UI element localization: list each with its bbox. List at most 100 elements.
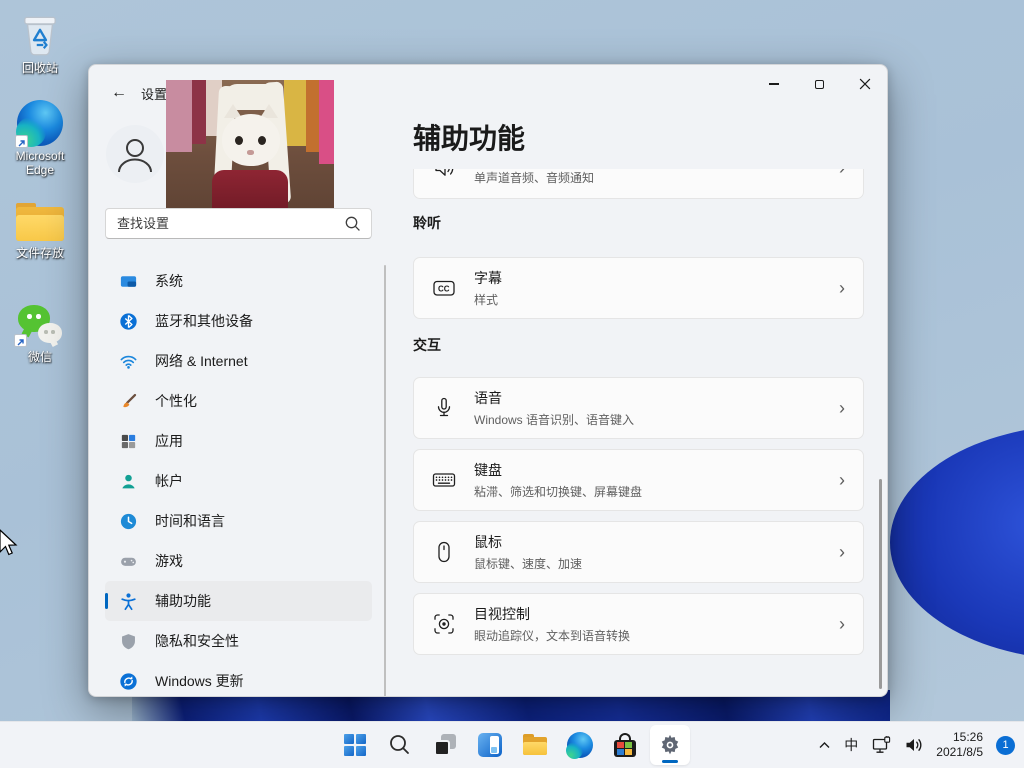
notification-badge[interactable]: 1 bbox=[996, 736, 1015, 755]
tray-chevron-up[interactable] bbox=[818, 740, 831, 751]
sidebar-item-label: 蓝牙和其他设备 bbox=[155, 311, 253, 331]
desktop-icon-label: 回收站 bbox=[22, 61, 58, 75]
settings-card-captions[interactable]: CC 字幕 样式 › bbox=[413, 257, 864, 319]
sidebar-item-accounts[interactable]: 帐户 bbox=[105, 461, 372, 501]
search-icon bbox=[388, 733, 412, 757]
sidebar-item-label: Windows 更新 bbox=[155, 671, 244, 691]
cat-photo bbox=[166, 80, 334, 212]
page-title: 辅助功能 bbox=[413, 121, 525, 157]
chevron-right-icon: › bbox=[839, 615, 845, 633]
sidebar-item-label: 个性化 bbox=[155, 391, 197, 411]
wallpaper-bloom-blob bbox=[890, 425, 1024, 660]
back-button[interactable]: ← bbox=[103, 79, 135, 107]
svg-text:CC: CC bbox=[438, 285, 450, 294]
minimize-button[interactable] bbox=[753, 69, 795, 99]
content-scrollbar[interactable] bbox=[879, 479, 882, 689]
card-subtitle: 鼠标键、速度、加速 bbox=[474, 555, 582, 572]
network-tray-button[interactable] bbox=[871, 736, 891, 755]
sidebar-item-gaming[interactable]: 游戏 bbox=[105, 541, 372, 581]
apps-icon bbox=[118, 431, 138, 451]
sidebar-item-bluetooth-devices[interactable]: 蓝牙和其他设备 bbox=[105, 301, 372, 341]
card-title: 语音 bbox=[474, 388, 634, 408]
desktop-icon-folder[interactable]: 文件存放 bbox=[4, 203, 76, 260]
search-icon[interactable] bbox=[344, 215, 361, 232]
captions-icon: CC bbox=[431, 275, 457, 301]
settings-search bbox=[105, 208, 372, 239]
edge-icon bbox=[567, 732, 593, 758]
ime-indicator[interactable]: 中 bbox=[844, 735, 858, 755]
edge-button[interactable] bbox=[560, 725, 600, 765]
close-button[interactable] bbox=[844, 69, 886, 99]
store-button[interactable] bbox=[605, 725, 645, 765]
recycle-bin-icon bbox=[14, 6, 66, 58]
maximize-icon bbox=[815, 80, 824, 89]
tray-date: 2021/8/5 bbox=[936, 745, 983, 760]
microphone-icon bbox=[431, 395, 457, 421]
sidebar-item-privacy-security[interactable]: 隐私和安全性 bbox=[105, 621, 372, 661]
network-icon bbox=[871, 736, 891, 755]
avatar[interactable] bbox=[106, 125, 164, 183]
tray-clock[interactable]: 15:26 2021/8/5 bbox=[936, 730, 983, 760]
shortcut-arrow-icon bbox=[14, 334, 27, 347]
sidebar-item-system[interactable]: 系统 bbox=[105, 261, 372, 301]
chevron-right-icon: › bbox=[839, 543, 845, 561]
taskbar-search-button[interactable] bbox=[380, 725, 420, 765]
taskbar: 中 15:26 2021/8/5 1 bbox=[0, 721, 1024, 768]
keyboard-icon bbox=[431, 467, 457, 493]
active-app-indicator bbox=[662, 760, 678, 763]
card-title: 目视控制 bbox=[474, 604, 630, 624]
wifi-icon bbox=[118, 351, 138, 371]
start-button[interactable] bbox=[335, 725, 375, 765]
desktop-icon-wechat[interactable]: 微信 bbox=[4, 303, 76, 364]
shield-icon bbox=[118, 631, 138, 651]
card-subtitle: 粘滞、筛选和切换键、屏幕键盘 bbox=[474, 483, 642, 500]
settings-card-speech[interactable]: 语音 Windows 语音识别、语音键入 › bbox=[413, 377, 864, 439]
sidebar-item-time-language[interactable]: 时间和语言 bbox=[105, 501, 372, 541]
section-header-interaction: 交互 bbox=[413, 335, 441, 355]
sidebar-item-windows-update[interactable]: Windows 更新 bbox=[105, 661, 372, 697]
card-title: 鼠标 bbox=[474, 532, 582, 552]
widgets-icon bbox=[478, 733, 502, 757]
maximize-button[interactable] bbox=[798, 69, 840, 99]
settings-card-keyboard[interactable]: 键盘 粘滞、筛选和切换键、屏幕键盘 › bbox=[413, 449, 864, 511]
search-input[interactable] bbox=[106, 216, 344, 231]
settings-card-mouse[interactable]: 鼠标 鼠标键、速度、加速 › bbox=[413, 521, 864, 583]
file-explorer-button[interactable] bbox=[515, 725, 555, 765]
card-subtitle: 单声道音频、音频通知 bbox=[474, 169, 594, 186]
sidebar-scrollbar[interactable] bbox=[384, 265, 386, 697]
audio-icon bbox=[431, 169, 457, 181]
gear-icon bbox=[657, 732, 683, 758]
task-view-button[interactable] bbox=[425, 725, 465, 765]
settings-card-eye-control[interactable]: 目视控制 眼动追踪仪，文本到语音转换 › bbox=[413, 593, 864, 655]
desktop-icon-label: Microsoft Edge bbox=[4, 149, 76, 177]
volume-tray-button[interactable] bbox=[904, 736, 923, 754]
card-subtitle: 眼动追踪仪，文本到语音转换 bbox=[474, 627, 630, 644]
sidebar-item-label: 辅助功能 bbox=[155, 591, 211, 611]
settings-card-audio-clipped[interactable]: 单声道音频、音频通知 › bbox=[413, 169, 864, 199]
widgets-button[interactable] bbox=[470, 725, 510, 765]
settings-button[interactable] bbox=[650, 725, 690, 765]
sidebar-item-label: 帐户 bbox=[155, 471, 183, 491]
desktop-icon-recycle-bin[interactable]: 回收站 bbox=[4, 6, 76, 75]
selected-indicator bbox=[105, 593, 108, 609]
sidebar-item-accessibility[interactable]: 辅助功能 bbox=[105, 581, 372, 621]
bluetooth-icon bbox=[118, 311, 138, 331]
desktop-icon-edge[interactable]: Microsoft Edge bbox=[4, 100, 76, 177]
sidebar-item-personalization[interactable]: 个性化 bbox=[105, 381, 372, 421]
chevron-up-icon bbox=[818, 740, 831, 751]
window-title: 设置 bbox=[141, 84, 167, 103]
sidebar-item-label: 游戏 bbox=[155, 551, 183, 571]
folder-icon bbox=[15, 203, 65, 243]
eye-control-icon bbox=[431, 611, 457, 637]
desktop-icon-label: 文件存放 bbox=[16, 246, 64, 260]
desktop-icon-label: 微信 bbox=[28, 350, 52, 364]
sidebar-item-label: 隐私和安全性 bbox=[155, 631, 239, 651]
sidebar-item-apps[interactable]: 应用 bbox=[105, 421, 372, 461]
chevron-right-icon: › bbox=[839, 279, 845, 297]
card-title: 字幕 bbox=[474, 268, 502, 288]
file-explorer-icon bbox=[522, 733, 548, 757]
shortcut-arrow-icon bbox=[15, 135, 28, 148]
sidebar-item-network-internet[interactable]: 网络 & Internet bbox=[105, 341, 372, 381]
settings-window: ← 设置 bbox=[88, 64, 888, 697]
sidebar-item-label: 时间和语言 bbox=[155, 511, 225, 531]
